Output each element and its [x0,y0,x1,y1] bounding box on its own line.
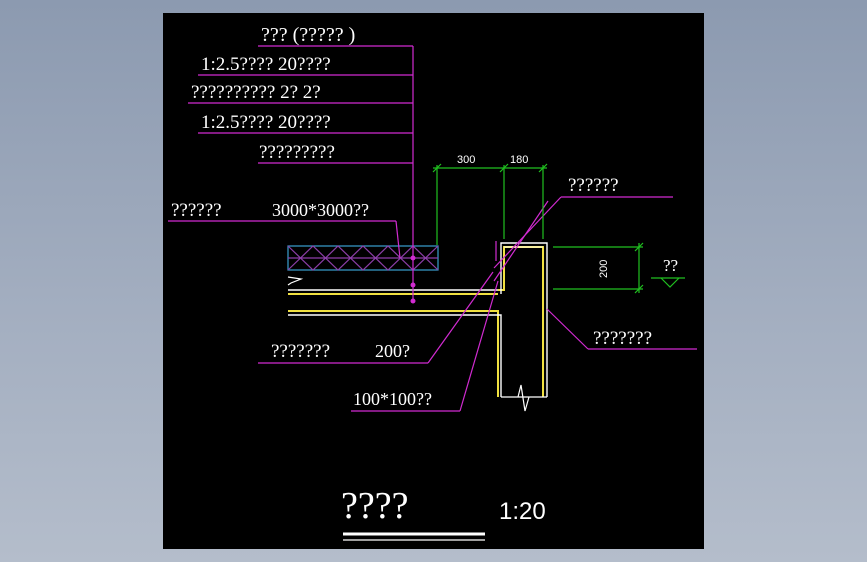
dimension-height-1: 200 [598,260,610,278]
cement-mortar-label-2: 1:2.5???? 20???? [201,112,331,133]
waterproof-layer-title: ??? (????? ) [261,24,355,46]
cement-mortar-label-1: 1:2.5???? 20???? [201,54,331,75]
slab-note-value: 200? [375,341,410,361]
dimension-lines [432,163,685,294]
text-labels: ??? (????? ) 1:2.5???? 20???? ??????????… [171,24,678,409]
parapet-detail-drawing: ??? (????? ) 1:2.5???? 20???? ??????????… [168,24,697,541]
detail-title: ???? [341,485,408,527]
dimension-width-2: 180 [510,154,528,166]
insulation-note-dims: 3000*3000?? [272,200,369,220]
top-right-note: ?????? [568,175,619,196]
roof-slab-layer-label: ????????? [259,142,335,163]
elevation-label: ?? [663,256,678,275]
slab-note-prefix: ??????? [271,341,330,362]
dimension-width-1: 300 [457,154,475,166]
waterproof-membrane-label: ?????????? 2? 2? [191,82,321,103]
detail-title-block: ???? 1:20 [341,485,546,541]
insulation-note-prefix: ?????? [171,200,222,221]
chamfer-note: 100*100?? [353,389,432,409]
right-note: ??????? [593,328,652,349]
scale-label: 1:20 [499,498,546,525]
cad-viewport[interactable]: ??? (????? ) 1:2.5???? 20???? ??????????… [163,13,704,549]
concrete-structure [287,242,548,412]
